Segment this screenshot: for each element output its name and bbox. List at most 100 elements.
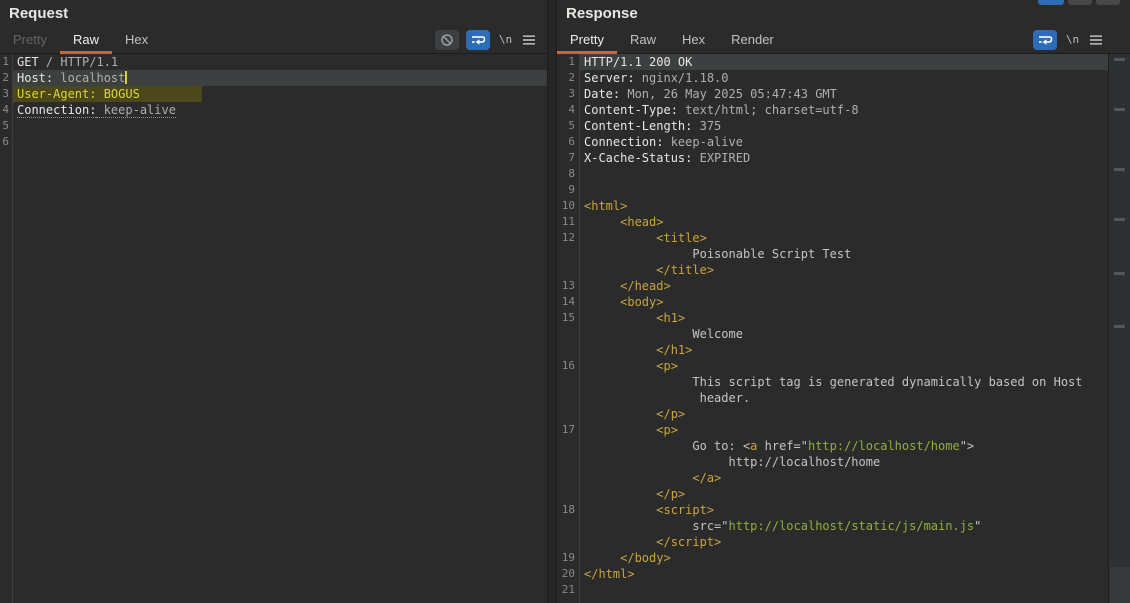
code-segment: [584, 407, 656, 421]
code-line[interactable]: 5Content-Length: 375: [557, 118, 1108, 134]
code-segment: [584, 231, 656, 245]
tab-pretty[interactable]: Pretty: [557, 26, 617, 53]
code-segment: Date:: [584, 87, 620, 101]
code-line[interactable]: </p>: [557, 406, 1108, 422]
code-segment: </a>: [692, 471, 721, 485]
code-line[interactable]: 4Connection: keep-alive: [0, 102, 547, 118]
request-editor[interactable]: 1GET / HTTP/1.12Host: localhost3User-Age…: [0, 54, 547, 603]
code-line[interactable]: 11 <head>: [557, 214, 1108, 230]
code-text: <p>: [580, 358, 678, 374]
code-segment: Welcome: [584, 327, 743, 341]
line-number: [557, 406, 580, 422]
line-number: 18: [557, 502, 580, 518]
code-line[interactable]: 15 <h1>: [557, 310, 1108, 326]
code-line[interactable]: 6: [0, 134, 547, 150]
code-text: This script tag is generated dynamically…: [580, 374, 1083, 390]
code-segment: localhost: [53, 71, 125, 85]
code-text: Content-Length: 375: [580, 118, 721, 134]
code-line[interactable]: 20</html>: [557, 566, 1108, 582]
code-line[interactable]: 2Server: nginx/1.18.0: [557, 70, 1108, 86]
code-segment: keep-alive: [663, 135, 742, 149]
code-segment: http://localhost/static/js/main.js: [729, 519, 975, 533]
code-line[interactable]: This script tag is generated dynamically…: [557, 374, 1108, 390]
code-text: <head>: [580, 214, 663, 230]
code-line[interactable]: </a>: [557, 470, 1108, 486]
code-segment: ": [974, 519, 981, 533]
line-number: 5: [557, 118, 580, 134]
code-line[interactable]: 5: [0, 118, 547, 134]
code-line[interactable]: 10<html>: [557, 198, 1108, 214]
tab-render[interactable]: Render: [718, 26, 787, 53]
code-line[interactable]: 12 <title>: [557, 230, 1108, 246]
show-newlines-button[interactable]: \n: [1064, 33, 1081, 46]
tab-pretty[interactable]: Pretty: [0, 26, 60, 53]
panel-divider[interactable]: [547, 0, 557, 603]
code-text: <html>: [580, 198, 627, 214]
hide-nonprintable-button[interactable]: [435, 30, 459, 50]
code-line[interactable]: header.: [557, 390, 1108, 406]
tab-raw[interactable]: Raw: [60, 26, 112, 53]
code-text: HTTP/1.1 200 OK: [580, 54, 692, 70]
code-segment: <title>: [656, 231, 707, 245]
code-line[interactable]: 19 </body>: [557, 550, 1108, 566]
tab-hex[interactable]: Hex: [112, 26, 161, 53]
code-line[interactable]: 9: [557, 182, 1108, 198]
response-editor[interactable]: 1HTTP/1.1 200 OK2Server: nginx/1.18.03 Da…: [557, 54, 1108, 603]
code-segment: ">: [960, 439, 974, 453]
code-line[interactable]: 4Content-Type: text/html; charset=utf-8: [557, 102, 1108, 118]
word-wrap-toggle-button[interactable]: [1033, 30, 1057, 50]
code-line[interactable]: http://localhost/home: [557, 454, 1108, 470]
code-line[interactable]: 18 <script>: [557, 502, 1108, 518]
code-line[interactable]: 16 <p>: [557, 358, 1108, 374]
scrollbar-marker: [1114, 218, 1125, 221]
highlight-user-agent: User-Agent: BOGUS: [13, 86, 202, 102]
code-line[interactable]: 6Connection: keep-alive: [557, 134, 1108, 150]
tab-raw[interactable]: Raw: [617, 26, 669, 53]
code-line[interactable]: 8: [557, 166, 1108, 182]
code-line[interactable]: </title>: [557, 262, 1108, 278]
code-line[interactable]: </script>: [557, 534, 1108, 550]
code-line[interactable]: 21: [557, 582, 1108, 598]
code-line[interactable]: 1HTTP/1.1 200 OK: [557, 54, 1108, 70]
scrollbar-marker: [1114, 108, 1125, 111]
code-segment: Mon, 26 May 2025 05:47:43 GMT: [620, 87, 837, 101]
code-line[interactable]: src="http://localhost/static/js/main.js": [557, 518, 1108, 534]
code-text: [13, 118, 17, 134]
word-wrap-toggle-button[interactable]: [466, 30, 490, 50]
code-segment: [584, 551, 620, 565]
code-line[interactable]: 7X-Cache-Status: EXPIRED: [557, 150, 1108, 166]
code-segment: <h1>: [656, 311, 685, 325]
tab-hex[interactable]: Hex: [669, 26, 718, 53]
code-segment: text/html; charset=utf-8: [678, 103, 859, 117]
line-number: 20: [557, 566, 580, 582]
line-number: 3: [557, 86, 580, 102]
code-line[interactable]: 3 Date: Mon, 26 May 2025 05:47:43 GMT: [557, 86, 1108, 102]
code-line[interactable]: Welcome: [557, 326, 1108, 342]
line-number: 21: [557, 582, 580, 598]
code-text: Host: localhost: [13, 70, 127, 86]
code-line[interactable]: </h1>: [557, 342, 1108, 358]
code-segment: [584, 263, 656, 277]
response-scrollbar[interactable]: [1108, 54, 1130, 603]
code-line[interactable]: Poisonable Script Test: [557, 246, 1108, 262]
code-line[interactable]: 14 <body>: [557, 294, 1108, 310]
code-segment: User-Agent: BOGUS: [17, 87, 140, 101]
code-line[interactable]: 2Host: localhost: [0, 70, 547, 86]
code-text: [580, 166, 584, 182]
tab-label: Render: [731, 32, 774, 47]
code-text: <body>: [580, 294, 663, 310]
show-newlines-button[interactable]: \n: [497, 33, 514, 46]
code-line[interactable]: </p>: [557, 486, 1108, 502]
code-line[interactable]: 17 <p>: [557, 422, 1108, 438]
code-line[interactable]: 1GET / HTTP/1.1: [0, 54, 547, 70]
editor-menu-icon[interactable]: [1088, 33, 1104, 47]
code-line[interactable]: Go to: <a href="http://localhost/home">: [557, 438, 1108, 454]
code-segment: href=": [757, 439, 808, 453]
code-line[interactable]: 3User-Agent: BOGUS: [0, 86, 547, 102]
editor-menu-icon[interactable]: [521, 33, 537, 47]
tab-label: Raw: [630, 32, 656, 47]
code-line[interactable]: 13 </head>: [557, 278, 1108, 294]
code-segment: Connection:: [17, 103, 96, 118]
tab-label: Hex: [125, 32, 148, 47]
word-wrap-icon: [470, 33, 486, 47]
